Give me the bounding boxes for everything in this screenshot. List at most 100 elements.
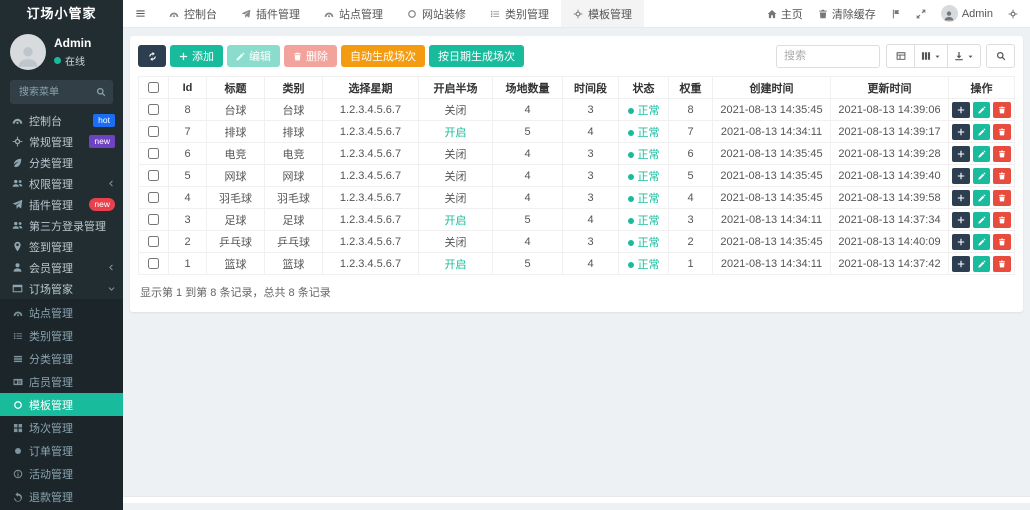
sidebar-item[interactable]: 分类管理 <box>0 152 123 173</box>
topnav-tab[interactable]: 控制台 <box>157 0 229 27</box>
row-delete-button[interactable] <box>993 212 1011 228</box>
cell-operations <box>949 121 1015 143</box>
sidebar-item-label: 常规管理 <box>29 134 83 150</box>
topnav-tab[interactable]: 插件管理 <box>229 0 312 27</box>
sidebar-subitem[interactable]: 订单管理 <box>0 439 123 462</box>
table-search-input[interactable] <box>776 45 880 68</box>
row-delete-button[interactable] <box>993 168 1011 184</box>
generate-by-date-button[interactable]: 按日期生成场次 <box>429 45 524 67</box>
topnav-tab[interactable]: 类别管理 <box>478 0 561 27</box>
sidebar-subitem[interactable]: 站点管理 <box>0 301 123 324</box>
row-add-button[interactable] <box>952 234 970 250</box>
row-add-button[interactable] <box>952 102 970 118</box>
row-edit-button[interactable] <box>973 234 991 250</box>
add-button[interactable]: 添加 <box>170 45 223 67</box>
topnav-tab[interactable]: 站点管理 <box>312 0 395 27</box>
dashboard-icon <box>12 115 23 126</box>
sidebar-item[interactable]: 常规管理new <box>0 131 123 152</box>
auto-generate-label: 自动生成场次 <box>350 48 416 64</box>
row-delete-button[interactable] <box>993 256 1011 272</box>
row-add-button[interactable] <box>952 190 970 206</box>
topnav-tab[interactable]: 模板管理 <box>561 0 644 27</box>
refresh-button[interactable] <box>138 45 166 67</box>
cell-created-at: 2021-08-13 14:34:11 <box>713 121 831 143</box>
row-edit-button[interactable] <box>973 124 991 140</box>
user-menu[interactable]: Admin <box>941 5 993 22</box>
row-checkbox[interactable] <box>148 214 159 225</box>
clear-cache-link[interactable]: 清除缓存 <box>818 6 876 22</box>
sidebar-item[interactable]: 权限管理 <box>0 173 123 194</box>
online-dot-icon <box>54 57 61 64</box>
row-checkbox[interactable] <box>148 170 159 181</box>
sidebar-item[interactable]: 签到管理 <box>0 236 123 257</box>
row-checkbox[interactable] <box>148 236 159 247</box>
row-delete-button[interactable] <box>993 124 1011 140</box>
home-link[interactable]: 主页 <box>767 6 803 22</box>
delete-button[interactable]: 删除 <box>284 45 337 67</box>
row-checkbox[interactable] <box>148 148 159 159</box>
row-delete-button[interactable] <box>993 234 1011 250</box>
cell-time-slots: 3 <box>563 165 619 187</box>
export-button[interactable] <box>947 44 981 68</box>
select-all-checkbox[interactable] <box>148 82 159 93</box>
settings-button[interactable] <box>1008 9 1018 19</box>
row-checkbox[interactable] <box>148 192 159 203</box>
columns-button[interactable] <box>914 44 948 68</box>
sidebar-search <box>10 80 113 104</box>
sidebar-subitem[interactable]: 店员管理 <box>0 370 123 393</box>
user-status-label: 在线 <box>65 53 85 68</box>
row-delete-button[interactable] <box>993 102 1011 118</box>
cell-half-court: 关闭 <box>419 99 493 121</box>
shortcut-button[interactable] <box>891 9 901 19</box>
cell-status: 正常 <box>619 187 669 209</box>
row-edit-button[interactable] <box>973 212 991 228</box>
cell-venue-count: 5 <box>493 253 563 275</box>
fullscreen-button[interactable] <box>916 9 926 19</box>
sidebar-toggle-button[interactable] <box>123 0 157 27</box>
home-icon <box>767 9 777 19</box>
sidebar-subitem[interactable]: 退款管理 <box>0 485 123 508</box>
topnav-tab[interactable]: 网站装修 <box>395 0 478 27</box>
row-add-button[interactable] <box>952 256 970 272</box>
row-edit-button[interactable] <box>973 146 991 162</box>
sidebar-search-input[interactable] <box>17 86 96 99</box>
row-checkbox[interactable] <box>148 258 159 269</box>
sidebar-item[interactable]: 控制台hot <box>0 110 123 131</box>
row-delete-button[interactable] <box>993 190 1011 206</box>
cell-id: 1 <box>169 253 207 275</box>
row-add-button[interactable] <box>952 168 970 184</box>
gears-icon <box>573 9 583 19</box>
row-delete-button[interactable] <box>993 146 1011 162</box>
row-checkbox[interactable] <box>148 104 159 115</box>
sidebar-subitem[interactable]: 分类管理 <box>0 347 123 370</box>
users-icon <box>12 178 23 189</box>
search-button[interactable] <box>986 44 1015 68</box>
sidebar-item[interactable]: 第三方登录管理 <box>0 215 123 236</box>
sidebar-subitem[interactable]: 活动管理 <box>0 462 123 485</box>
cell-venue-count: 4 <box>493 187 563 209</box>
sidebar-item[interactable]: 会员管理 <box>0 257 123 278</box>
row-edit-button[interactable] <box>973 168 991 184</box>
sidebar-subitem[interactable]: 模板管理 <box>0 393 123 416</box>
status-dot-icon <box>628 196 634 202</box>
delete-label: 删除 <box>306 48 328 64</box>
sidebar-item[interactable]: 订场管家 <box>0 278 123 299</box>
sidebar-item[interactable]: 插件管理new <box>0 194 123 215</box>
sidebar-subitem[interactable]: 类别管理 <box>0 324 123 347</box>
table-row: 4羽毛球羽毛球1.2.3.4.5.6.7关闭43正常42021-08-13 14… <box>139 187 1015 209</box>
row-edit-button[interactable] <box>973 190 991 206</box>
cell-operations <box>949 187 1015 209</box>
row-add-button[interactable] <box>952 212 970 228</box>
flag-icon <box>891 9 901 19</box>
toggle-view-button[interactable] <box>886 44 915 68</box>
row-edit-button[interactable] <box>973 256 991 272</box>
cell-venue-count: 4 <box>493 165 563 187</box>
pencil-icon <box>978 128 986 136</box>
sidebar-subitem[interactable]: 场次管理 <box>0 416 123 439</box>
row-checkbox[interactable] <box>148 126 159 137</box>
auto-generate-button[interactable]: 自动生成场次 <box>341 45 425 67</box>
edit-button[interactable]: 编辑 <box>227 45 280 67</box>
row-add-button[interactable] <box>952 124 970 140</box>
row-add-button[interactable] <box>952 146 970 162</box>
row-edit-button[interactable] <box>973 102 991 118</box>
